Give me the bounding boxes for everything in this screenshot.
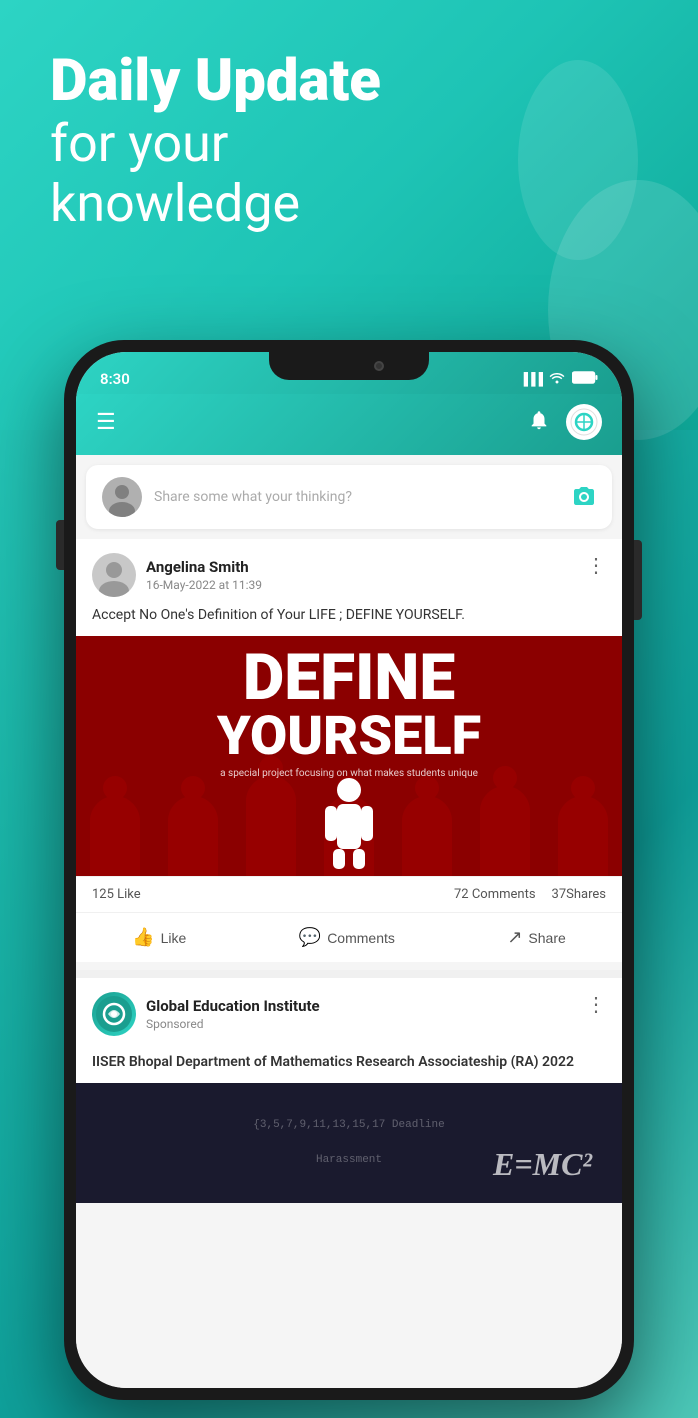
like-button[interactable]: 👍 Like bbox=[116, 921, 202, 954]
bg-person-1 bbox=[90, 796, 140, 876]
post-timestamp: 16-May-2022 at 11:39 bbox=[146, 578, 262, 592]
post-header: Angelina Smith 16-May-2022 at 11:39 ⋮ bbox=[76, 539, 622, 605]
hero-title-light-1: for your bbox=[50, 114, 381, 174]
image-yourself-text: YOURSELF bbox=[76, 710, 622, 764]
shares-count: 37Shares bbox=[552, 887, 606, 902]
comment-label: Comments bbox=[327, 930, 395, 946]
hero-section: Daily Update for your knowledge bbox=[0, 0, 431, 253]
sponsored-label: Sponsored bbox=[146, 1017, 320, 1031]
post-author-name: Angelina Smith bbox=[146, 558, 262, 576]
share-label: Share bbox=[528, 930, 565, 946]
wifi-icon bbox=[548, 370, 566, 388]
camera-icon[interactable] bbox=[572, 485, 596, 510]
comments-count: 72 Comments bbox=[454, 887, 536, 902]
hero-title-bold: Daily Update bbox=[50, 50, 381, 114]
sponsored-post-text: IISER Bhopal Department of Mathematics R… bbox=[76, 1044, 622, 1083]
post-image: DEFINE YOURSELF a special project focusi… bbox=[76, 636, 622, 876]
battery-icon bbox=[572, 371, 598, 388]
post-actions: 👍 Like 💬 Comments ↗ Share bbox=[76, 913, 622, 962]
sponsored-more-button[interactable]: ⋮ bbox=[586, 992, 606, 1016]
bg-person-3 bbox=[246, 776, 296, 876]
phone-notch bbox=[269, 352, 429, 380]
app-header: ☰ bbox=[76, 394, 622, 455]
image-define-text: DEFINE bbox=[76, 646, 622, 710]
post-author-details: Angelina Smith 16-May-2022 at 11:39 bbox=[146, 558, 262, 592]
notch-camera bbox=[374, 361, 384, 371]
math-background: {3,5,7,9,11,13,15,17 Deadline Harassment bbox=[253, 1117, 444, 1170]
like-icon: 👍 bbox=[132, 927, 154, 948]
decorative-blob-2 bbox=[518, 60, 638, 260]
post-more-button[interactable]: ⋮ bbox=[586, 553, 606, 577]
content-area: Share some what your thinking? bbox=[76, 455, 622, 1388]
share-button[interactable]: ↗ Share bbox=[491, 921, 581, 954]
bg-person-6 bbox=[480, 786, 530, 876]
likes-count: 125 Like bbox=[92, 887, 141, 902]
status-icons: ▐▐▐ bbox=[519, 370, 598, 388]
app-logo-avatar[interactable] bbox=[566, 404, 602, 440]
post-user-info: Angelina Smith 16-May-2022 at 11:39 bbox=[92, 553, 262, 597]
phone-wrapper: 8:30 ▐▐▐ bbox=[64, 340, 634, 1400]
post-stats: 125 Like 72 Comments 37Shares bbox=[76, 876, 622, 913]
sponsored-org-details: Global Education Institute Sponsored bbox=[146, 997, 320, 1031]
bell-icon[interactable] bbox=[528, 409, 550, 436]
post-author-avatar bbox=[92, 553, 136, 597]
header-right bbox=[528, 404, 602, 440]
share-icon: ↗ bbox=[507, 927, 522, 948]
post-composer[interactable]: Share some what your thinking? bbox=[86, 465, 612, 529]
signal-icon: ▐▐▐ bbox=[519, 372, 542, 386]
composer-placeholder[interactable]: Share some what your thinking? bbox=[154, 489, 560, 505]
user-avatar bbox=[102, 477, 142, 517]
sponsored-user-info: Global Education Institute Sponsored bbox=[92, 992, 320, 1036]
bg-person-2 bbox=[168, 796, 218, 876]
menu-icon[interactable]: ☰ bbox=[96, 410, 116, 435]
bg-person-5 bbox=[402, 796, 452, 876]
comment-button[interactable]: 💬 Comments bbox=[283, 921, 411, 954]
image-subtitle: a special project focusing on what makes… bbox=[76, 768, 622, 779]
bg-person-7 bbox=[558, 796, 608, 876]
post-text: Accept No One's Definition of Your LIFE … bbox=[76, 605, 622, 636]
comment-icon: 💬 bbox=[299, 927, 321, 948]
emc2-formula: E=MC² bbox=[493, 1146, 592, 1183]
phone-screen: 8:30 ▐▐▐ bbox=[76, 352, 622, 1388]
post-card: Angelina Smith 16-May-2022 at 11:39 ⋮ Ac… bbox=[76, 539, 622, 962]
hero-title-light-2: knowledge bbox=[50, 174, 381, 234]
org-name: Global Education Institute bbox=[146, 997, 320, 1015]
sponsored-post-card: Global Education Institute Sponsored ⋮ I… bbox=[76, 970, 622, 1203]
phone-frame: 8:30 ▐▐▐ bbox=[64, 340, 634, 1400]
sponsored-image: {3,5,7,9,11,13,15,17 Deadline Harassment… bbox=[76, 1083, 622, 1203]
org-logo bbox=[92, 992, 136, 1036]
sponsored-post-header: Global Education Institute Sponsored ⋮ bbox=[76, 978, 622, 1044]
status-time: 8:30 bbox=[100, 370, 130, 388]
like-label: Like bbox=[161, 930, 187, 946]
main-figure bbox=[319, 772, 379, 876]
